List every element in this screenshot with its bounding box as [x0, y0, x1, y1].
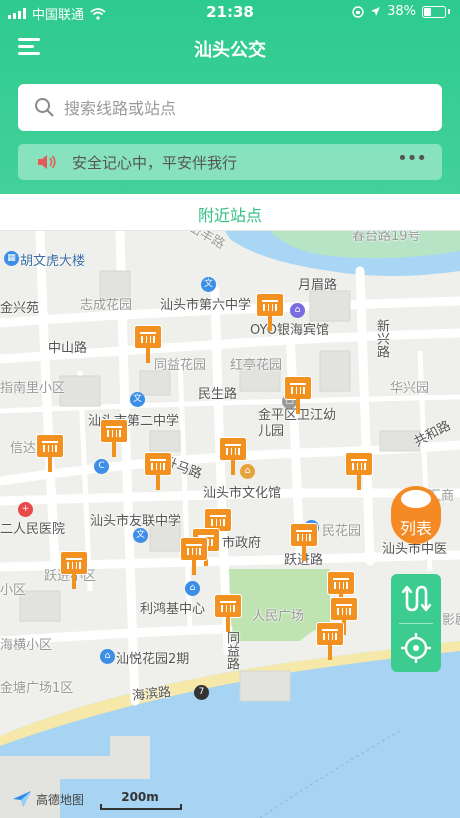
battery-icon — [422, 5, 446, 18]
map-label: 二人民医院 — [0, 522, 66, 537]
map-label: 民生路 — [198, 387, 238, 402]
nav-bar: 汕头公交 — [0, 32, 460, 66]
map-label: 同益路 — [224, 631, 239, 670]
route-button[interactable] — [391, 574, 441, 623]
map-logo-text: 高德地图 — [36, 792, 85, 807]
map-label: 指南里小区 — [0, 381, 66, 396]
map-controls — [391, 574, 441, 672]
amap-logo-icon — [13, 791, 31, 807]
bus-stop-marker[interactable] — [284, 376, 312, 414]
search-icon — [35, 98, 54, 117]
search-input[interactable] — [62, 94, 426, 122]
bus-stop-marker[interactable] — [214, 594, 242, 632]
map-label: 胡文虎大楼 — [20, 254, 86, 269]
hotel-icon: ⌂ — [290, 303, 305, 318]
notice-text: 安全记心中，平安伴我行 — [72, 154, 238, 172]
map-label: 新兴路 — [374, 319, 389, 358]
map-label: 红亭花园 — [230, 358, 283, 373]
scale-bar — [100, 804, 182, 810]
poi-icon: ▦ — [4, 251, 19, 266]
search-box[interactable] — [18, 84, 442, 131]
crosshair-icon — [401, 633, 431, 663]
poi-icon: ⌂ — [100, 649, 115, 664]
list-button[interactable]: 列表 — [391, 486, 441, 544]
scale-label: 200m — [121, 790, 159, 804]
nearby-tab-bar: 附近站点 — [0, 194, 460, 231]
tab-nearby-stations[interactable]: 附近站点 — [0, 202, 460, 226]
map-label: 海滨路 — [131, 684, 172, 704]
bank-icon: C — [94, 459, 109, 474]
bus-stop-marker[interactable] — [60, 551, 88, 589]
map-label: 汕头市文化馆 — [203, 486, 282, 501]
bus-stop-marker[interactable] — [144, 452, 172, 490]
list-button-bubble — [401, 490, 431, 508]
bus-stop-marker[interactable] — [290, 523, 318, 561]
app-header: 中国联通 21:38 38% 汕头公交 搜索线路或站点 安全记心中，平安伴我行 … — [0, 0, 460, 199]
map-label: 影剧 — [442, 613, 460, 628]
convenience-store-icon: 7 — [194, 685, 209, 700]
map-label: 华兴园 — [390, 381, 430, 396]
speaker-icon — [38, 155, 56, 169]
map-label: 金塘广场1区 — [0, 681, 74, 696]
list-button-label: 列表 — [399, 519, 432, 538]
bus-stop-marker[interactable] — [180, 537, 208, 575]
map-label: 月眉路 — [298, 278, 338, 293]
poi-icon: ⌂ — [185, 581, 200, 596]
battery-percent: 38% — [387, 4, 416, 19]
map-label: 海横小区 — [0, 638, 53, 653]
bus-stop-marker[interactable] — [134, 325, 162, 363]
map-label: 汕头市友联中学 — [90, 514, 182, 529]
poi-icon: 文 — [130, 392, 145, 407]
map-label: 汕悦花园2期 — [116, 652, 190, 667]
location-arrow-icon — [371, 7, 381, 16]
poi-icon: 文 — [133, 528, 148, 543]
map-label: 中山路 — [48, 341, 88, 356]
map-label: 金兴苑 — [0, 301, 40, 316]
map-label: 人民广场 — [252, 609, 305, 624]
lock-rotation-icon — [352, 5, 364, 18]
bus-stop-marker[interactable] — [36, 434, 64, 472]
bus-stop-marker[interactable] — [316, 622, 344, 660]
map-label: 信达 — [10, 441, 37, 456]
route-icon — [401, 585, 432, 612]
bus-stop-marker[interactable] — [345, 452, 373, 490]
hospital-icon: + — [18, 502, 33, 517]
map-label: 民花园 — [322, 524, 362, 539]
bus-stop-marker[interactable] — [219, 437, 247, 475]
status-bar: 中国联通 21:38 38% — [0, 0, 460, 26]
bus-stop-marker[interactable] — [256, 293, 284, 331]
poi-icon: 文 — [201, 277, 216, 292]
page-title: 汕头公交 — [194, 40, 266, 61]
locate-button[interactable] — [391, 624, 441, 672]
map-label: 汕头市第六中学 — [160, 298, 252, 313]
map-label: 利鸿基中心 — [140, 602, 206, 617]
more-icon[interactable]: ••• — [397, 148, 427, 169]
map-label: 志成花园 — [80, 298, 133, 313]
map-label: 小区 — [0, 583, 27, 598]
bus-stop-marker[interactable] — [100, 419, 128, 457]
map-label: 春台路19号 — [352, 231, 421, 244]
map-logo: 高德地图 — [12, 790, 84, 808]
notice-bar[interactable]: 安全记心中，平安伴我行 ••• — [18, 144, 442, 180]
